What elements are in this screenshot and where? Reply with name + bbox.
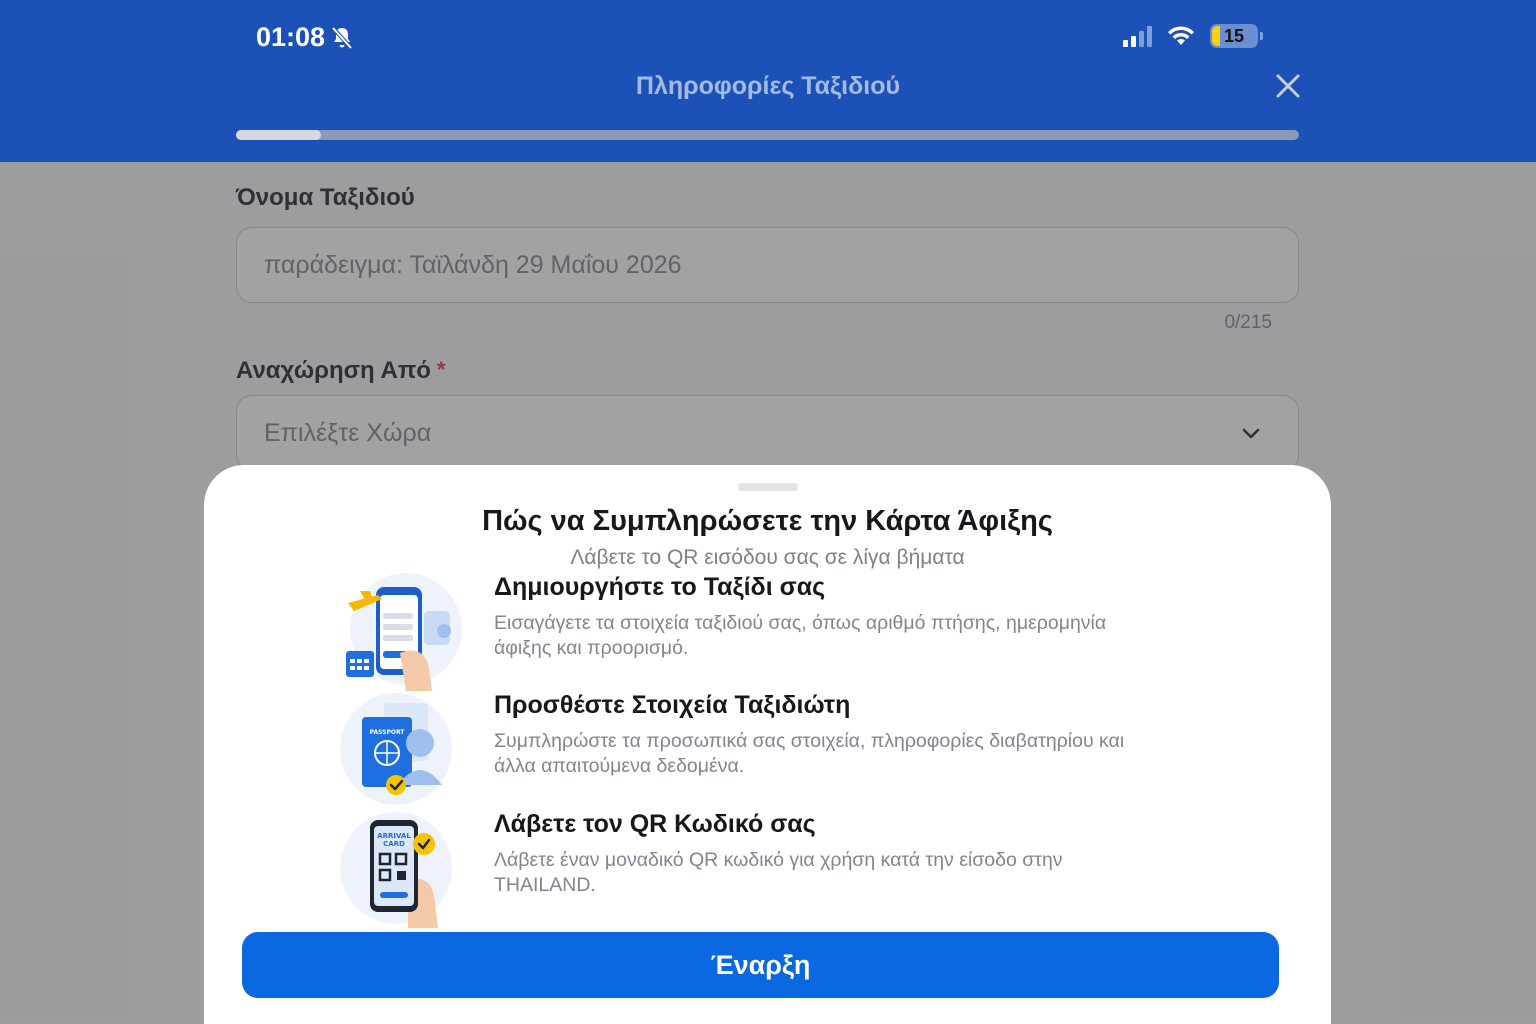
qr-illustration-icon: ARRIVAL CARD [340,812,452,928]
top-header: 01:08 15 Πληροφορίες Ταξιδιού [0,0,1536,162]
step-get-qr: ARRIVAL CARD Λάβετε τον QR Κωδικό σας Λά… [338,810,1238,930]
signal-icon [1123,25,1152,47]
svg-text:ARRIVAL: ARRIVAL [377,832,411,840]
step-create-trip: Δημιουργήστε το Ταξίδι σας Εισαγάγετε τα… [338,573,1238,693]
instructions-sheet: Πώς να Συμπληρώσετε την Κάρτα Άφιξης Λάβ… [204,465,1331,1024]
svg-text:PASSPORT: PASSPORT [370,729,406,736]
battery-icon: 15 [1210,24,1263,48]
step-title: Δημιουργήστε το Ταξίδι σας [494,573,826,601]
status-icons: 15 [1123,24,1263,48]
step-description: Εισαγάγετε τα στοιχεία ταξιδιού σας, όπω… [494,612,1107,659]
passport-illustration-icon: PASSPORT [340,693,452,805]
progress-bar [236,130,1299,140]
status-time: 01:08 [256,22,353,53]
sheet-subtitle: Λάβετε το QR εισόδου σας σε λίγα βήματα [570,546,965,569]
wifi-icon [1168,26,1194,45]
svg-text:CARD: CARD [383,840,405,848]
step-title: Προσθέστε Στοιχεία Ταξιδιώτη [494,691,851,719]
close-icon[interactable] [1274,72,1302,100]
step-description: Συμπληρώστε τα προσωπικά σας στοιχεία, π… [494,730,1125,777]
step-description: Λάβετε έναν μοναδικό QR κωδικό για χρήση… [494,849,1063,896]
start-button[interactable]: Έναρξη [242,932,1279,998]
progress-bar-fill [236,130,322,140]
step-add-traveler: PASSPORT Προσθέστε Στοιχεία Ταξιδιώτη Συ… [338,691,1238,811]
bell-slash-icon [331,26,353,49]
sheet-title: Πώς να Συμπληρώσετε την Κάρτα Άφιξης [482,505,1053,537]
sheet-handle[interactable] [738,483,798,491]
trip-illustration-icon [346,573,462,691]
page-title: Πληροφορίες Ταξιδιού [635,72,901,100]
step-title: Λάβετε τον QR Κωδικό σας [494,810,816,838]
